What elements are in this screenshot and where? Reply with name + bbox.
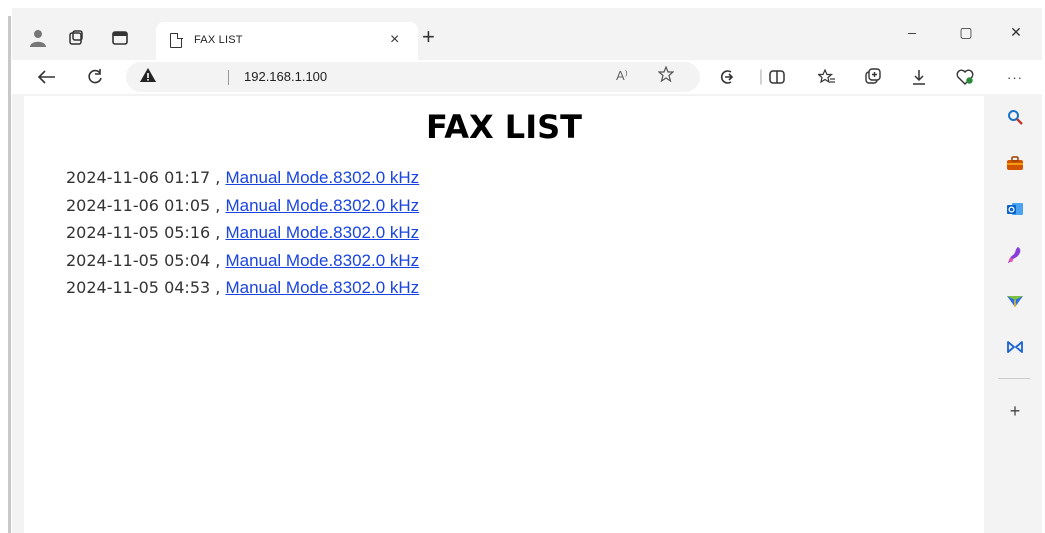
games-icon[interactable] xyxy=(1004,336,1026,358)
fax-timestamp: 2024-11-05 05:04 xyxy=(66,250,211,270)
drop-icon[interactable] xyxy=(1004,290,1026,312)
page-title: FAX LIST xyxy=(426,108,582,146)
new-tab-button[interactable]: + xyxy=(422,24,435,50)
browser-essentials-icon[interactable] xyxy=(954,66,976,88)
read-aloud-icon[interactable]: A⁾ xyxy=(616,68,628,84)
active-tab[interactable]: FAX LIST × xyxy=(156,22,418,62)
edge-sidebar: + xyxy=(986,96,1042,533)
tab-strip: FAX LIST × + – ▢ ✕ xyxy=(12,8,1042,62)
url-text[interactable]: 192.168.1.100 xyxy=(244,69,327,84)
fax-link[interactable]: Manual Mode.8302.0 kHz xyxy=(225,196,419,215)
navigation-toolbar: 192.168.1.100 A⁾ | ··· xyxy=(12,60,1042,94)
back-icon[interactable] xyxy=(34,64,60,90)
fax-timestamp: 2024-11-06 01:17 xyxy=(66,168,211,187)
fax-entry: 2024-11-06 01:17 , Manual Mode.8302.0 kH… xyxy=(66,168,419,196)
fax-link[interactable]: Manual Mode.8302.0 kHz xyxy=(225,278,419,297)
more-icon[interactable]: ··· xyxy=(1004,66,1026,88)
add-sidebar-app-button[interactable]: + xyxy=(1004,400,1026,422)
workspaces-icon[interactable] xyxy=(66,28,86,48)
browser-window: FAX LIST × + – ▢ ✕ 192.168.1.100 A⁾ | ··… xyxy=(12,8,1042,533)
fax-separator: , xyxy=(210,250,226,270)
refresh-icon[interactable] xyxy=(82,64,108,90)
screen: FAX LIST × + – ▢ ✕ 192.168.1.100 A⁾ | ··… xyxy=(0,0,1045,533)
profile-icon[interactable] xyxy=(28,28,48,48)
tab-close-icon[interactable]: × xyxy=(390,31,399,49)
address-bar[interactable]: 192.168.1.100 A⁾ xyxy=(126,62,700,92)
designer-icon[interactable] xyxy=(1004,244,1026,266)
copilot-icon[interactable] xyxy=(716,66,738,88)
tab-actions-icon[interactable] xyxy=(110,28,130,48)
fax-link[interactable]: Manual Mode.8302.0 kHz xyxy=(225,223,419,242)
fax-link[interactable]: Manual Mode.8302.0 kHz xyxy=(225,168,419,187)
fax-entry: 2024-11-06 01:05 , Manual Mode.8302.0 kH… xyxy=(66,196,419,224)
fax-list: 2024-11-06 01:17 , Manual Mode.8302.0 kH… xyxy=(66,168,419,306)
outlook-icon[interactable] xyxy=(1004,198,1026,220)
page-content: FAX LIST 2024-11-06 01:17 , Manual Mode.… xyxy=(24,96,984,533)
collections-icon[interactable] xyxy=(862,66,884,88)
tools-icon[interactable] xyxy=(1004,152,1026,174)
left-window-edge xyxy=(0,0,12,533)
fax-timestamp: 2024-11-05 04:53 xyxy=(66,278,211,297)
fax-entry: 2024-11-05 04:53 , Manual Mode.8302.0 kH… xyxy=(66,278,419,306)
close-window-button[interactable]: ✕ xyxy=(996,20,1036,44)
sidebar-divider xyxy=(998,378,1030,379)
tab-title: FAX LIST xyxy=(194,34,243,46)
fax-timestamp: 2024-11-05 05:16 xyxy=(66,223,211,242)
fax-separator: , xyxy=(210,195,226,215)
fax-separator: , xyxy=(210,223,226,242)
fax-timestamp: 2024-11-06 01:05 xyxy=(66,195,211,215)
fax-separator: , xyxy=(210,278,226,297)
favorites-icon[interactable] xyxy=(816,66,838,88)
fax-entry: 2024-11-05 05:16 , Manual Mode.8302.0 kH… xyxy=(66,223,419,251)
fax-entry: 2024-11-05 05:04 , Manual Mode.8302.0 kH… xyxy=(66,251,419,279)
search-icon[interactable] xyxy=(1004,106,1026,128)
fax-separator: , xyxy=(210,168,226,187)
address-separator xyxy=(228,70,229,85)
maximize-button[interactable]: ▢ xyxy=(946,20,986,44)
downloads-icon[interactable] xyxy=(908,66,930,88)
favorite-icon[interactable] xyxy=(657,65,675,87)
page-icon xyxy=(170,32,183,48)
warning-icon[interactable] xyxy=(140,68,156,85)
left-edge-bar xyxy=(8,16,11,533)
fax-link[interactable]: Manual Mode.8302.0 kHz xyxy=(225,251,419,270)
split-screen-icon[interactable] xyxy=(766,66,788,88)
minimize-button[interactable]: – xyxy=(892,20,932,44)
